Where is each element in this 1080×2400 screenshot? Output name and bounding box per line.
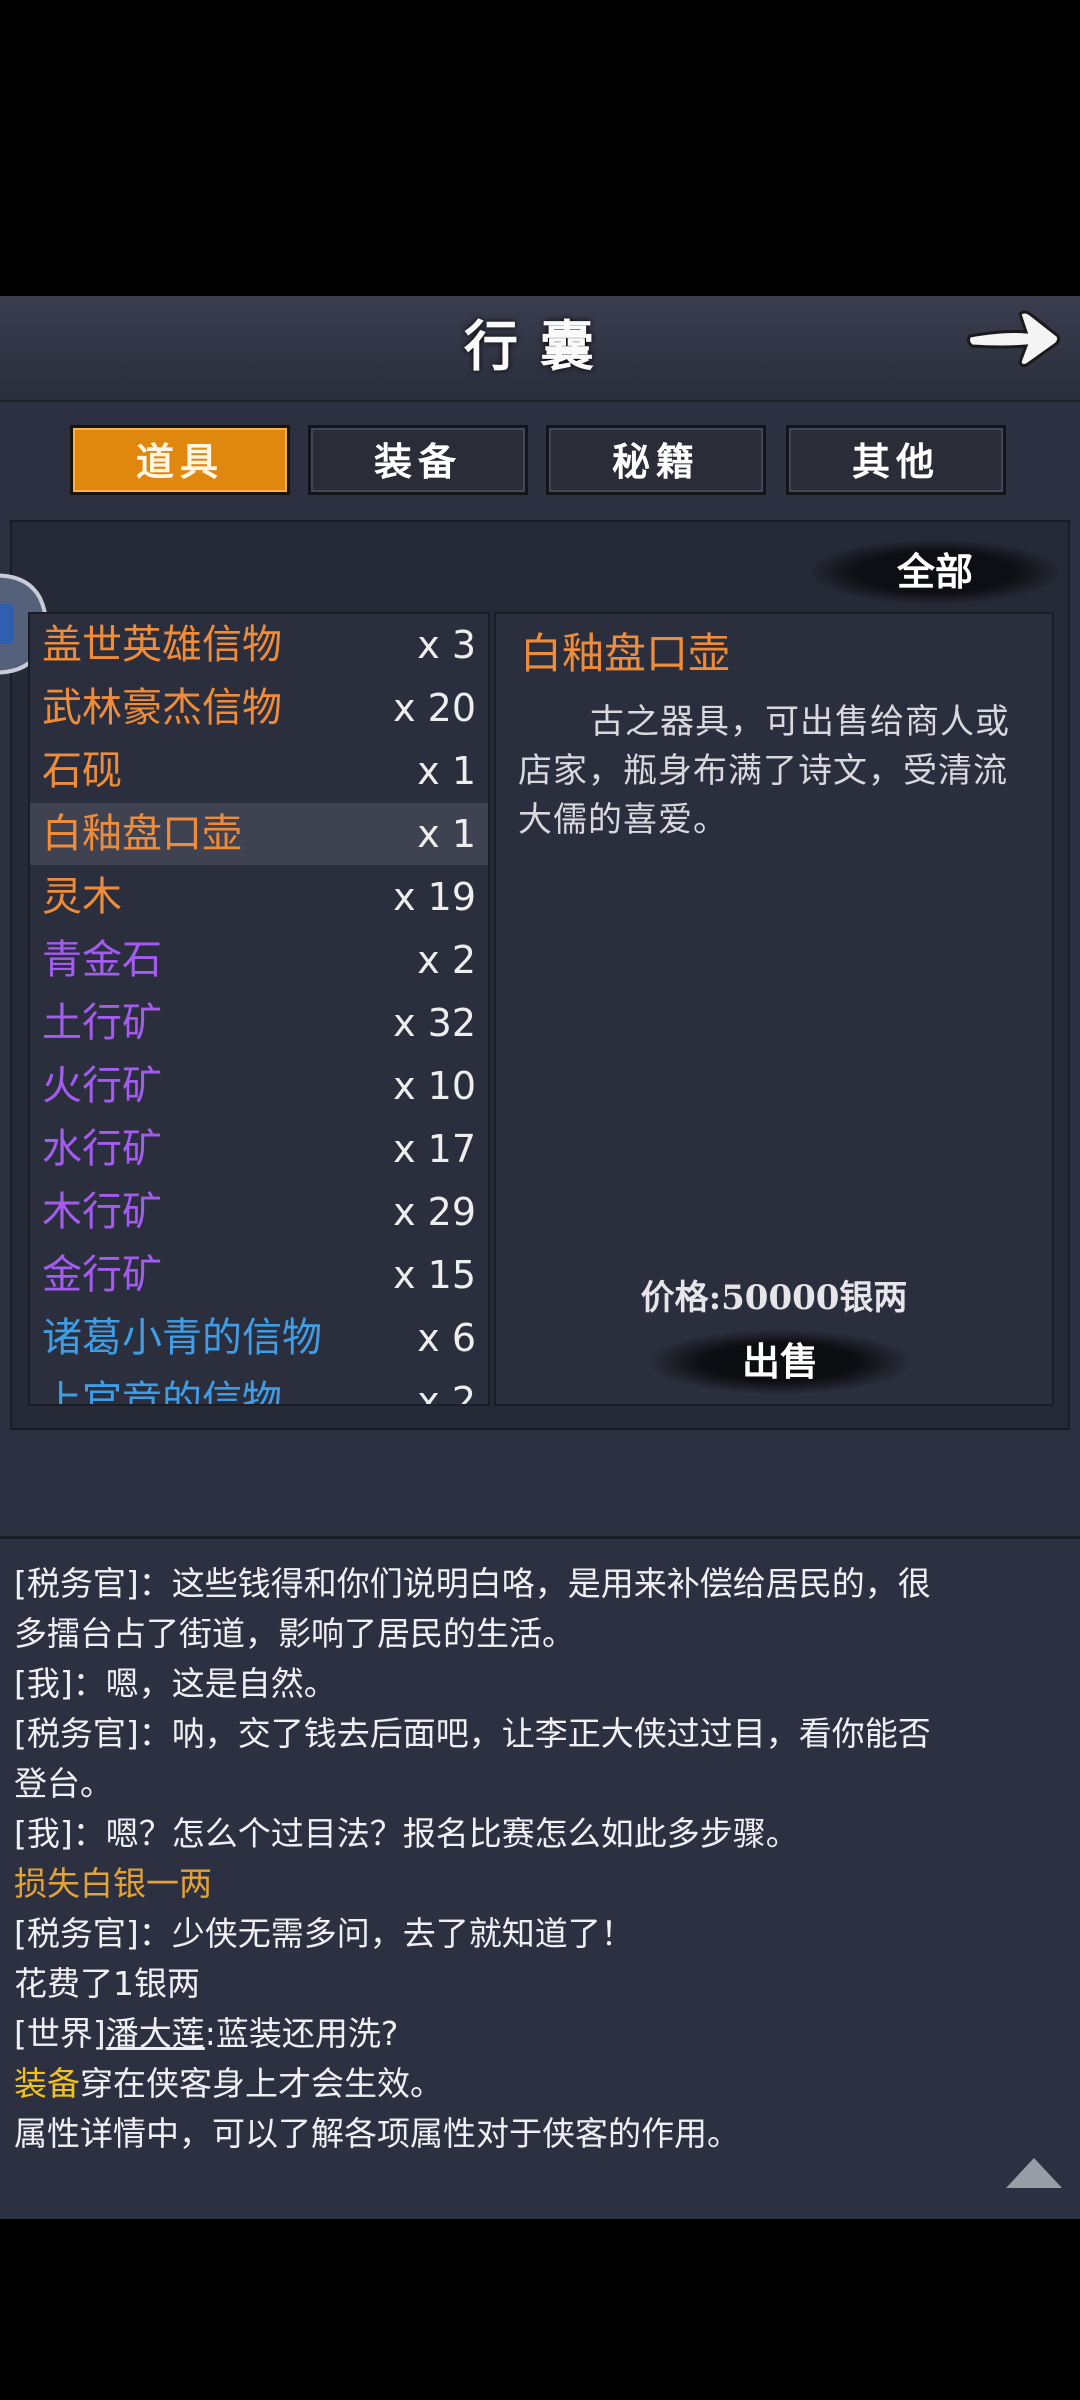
item-name: 白釉盘口壶	[42, 811, 242, 857]
item-count: x 2	[417, 938, 476, 982]
item-count: x 6	[417, 1316, 476, 1360]
list-item[interactable]: 盖世英雄信物 x 3	[30, 614, 488, 676]
item-count: x 20	[393, 686, 476, 730]
log-line-loss: 损失白银一两	[14, 1864, 212, 1903]
item-count: x 15	[393, 1253, 476, 1297]
item-name: 灵木	[42, 874, 122, 920]
item-count: x 1	[417, 749, 476, 793]
log-line: 多擂台占了街道，影响了居民的生活。	[14, 1614, 575, 1653]
log-line: [我]：嗯，这是自然。	[14, 1664, 337, 1703]
item-name: 火行矿	[42, 1063, 162, 1109]
list-item[interactable]: 上官竞的信物 x 2	[30, 1370, 488, 1406]
item-name: 武林豪杰信物	[42, 685, 282, 731]
log-line: [税务官]：这些钱得和你们说明白咯，是用来补偿给居民的，很	[14, 1564, 931, 1603]
list-item[interactable]: 青金石 x 2	[30, 929, 488, 991]
item-name: 金行矿	[42, 1252, 162, 1298]
chat-message: :蓝装还用洗?	[204, 2014, 399, 2053]
item-count: x 3	[417, 623, 476, 667]
chat-username[interactable]: 潘大莲	[106, 2014, 205, 2053]
detail-description: 古之器具，可出售给商人或店家，瓶身布满了诗文，受清流大儒的喜爱。	[518, 702, 1010, 840]
log-line: 花费了1银两	[14, 1964, 200, 2003]
list-item[interactable]: 石砚 x 1	[30, 740, 488, 802]
item-name: 诸葛小青的信物	[42, 1315, 322, 1361]
detail-item-name: 白釉盘口壶	[520, 629, 731, 678]
arrow-right-icon	[966, 310, 1061, 368]
sell-button[interactable]: 出售	[650, 1330, 910, 1394]
list-item[interactable]: 诸葛小青的信物 x 6	[30, 1307, 488, 1369]
log-line: [我]：嗯？怎么个过目法？报名比赛怎么如此多步骤。	[14, 1814, 799, 1853]
list-item[interactable]: 水行矿 x 17	[30, 1118, 488, 1180]
chat-channel: [世界]	[14, 2014, 106, 2053]
tab-equipment[interactable]: 装备	[308, 425, 528, 495]
tip-keyword[interactable]: 装备	[14, 2064, 80, 2103]
list-item[interactable]: 金行矿 x 15	[30, 1244, 488, 1306]
item-count: x 17	[393, 1127, 476, 1171]
log-line: 登台。	[14, 1764, 113, 1803]
item-count: x 29	[393, 1190, 476, 1234]
filter-all-button[interactable]: 全部	[810, 540, 1060, 604]
log-line: [税务官]：呐，交了钱去后面吧，让李正大侠过过目，看你能否	[14, 1714, 931, 1753]
item-name: 石砚	[42, 748, 122, 794]
window-title: 行囊	[464, 314, 616, 378]
world-chat-line: [世界]潘大莲:蓝装还用洗?	[14, 2009, 1064, 2059]
item-name: 青金石	[42, 937, 162, 983]
item-count: x 19	[393, 875, 476, 919]
log-line: 属性详情中，可以了解各项属性对于侠客的作用。	[14, 2114, 740, 2153]
list-item[interactable]: 木行矿 x 29	[30, 1181, 488, 1243]
back-arrow-button[interactable]	[964, 300, 1064, 376]
item-count: x 2	[417, 1379, 476, 1406]
tip-text: 穿在侠客身上才会生效。	[80, 2064, 443, 2103]
item-count: x 32	[393, 1001, 476, 1045]
list-item[interactable]: 武林豪杰信物 x 20	[30, 677, 488, 739]
item-name: 水行矿	[42, 1126, 162, 1172]
tab-manuals[interactable]: 秘籍	[546, 425, 766, 495]
item-count: x 10	[393, 1064, 476, 1108]
tab-other[interactable]: 其他	[786, 425, 1006, 495]
list-item[interactable]: 火行矿 x 10	[30, 1055, 488, 1117]
scroll-up-button[interactable]	[1002, 2154, 1066, 2192]
tip-line: 装备穿在侠客身上才会生效。	[14, 2059, 1064, 2109]
item-count: x 1	[417, 812, 476, 856]
item-name: 上官竞的信物	[42, 1378, 282, 1406]
item-name: 土行矿	[42, 1000, 162, 1046]
log-line: [税务官]：少侠无需多问，去了就知道了！	[14, 1914, 634, 1953]
item-name: 木行矿	[42, 1189, 162, 1235]
item-price: 价格:50000银两	[640, 1278, 908, 1318]
list-item[interactable]: 灵木 x 19	[30, 866, 488, 928]
list-item-selected[interactable]: 白釉盘口壶 x 1	[30, 803, 488, 865]
item-name: 盖世英雄信物	[42, 622, 282, 668]
triangle-up-icon	[1006, 2158, 1062, 2188]
list-item[interactable]: 土行矿 x 32	[30, 992, 488, 1054]
tab-items[interactable]: 道具	[70, 425, 290, 495]
item-list[interactable]: 盖世英雄信物 x 3 武林豪杰信物 x 20 石砚 x 1 白釉盘口壶 x 1 …	[28, 612, 490, 1406]
message-log[interactable]: [税务官]：这些钱得和你们说明白咯，是用来补偿给居民的，很 多擂台占了街道，影响…	[0, 1536, 1080, 2219]
